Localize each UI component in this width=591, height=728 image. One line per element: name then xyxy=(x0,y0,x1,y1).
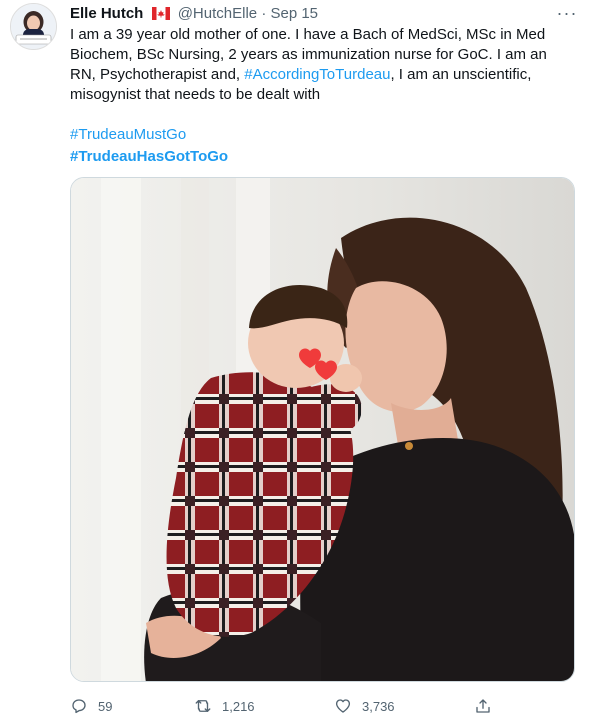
share-button[interactable] xyxy=(474,694,502,718)
photo-icon xyxy=(71,178,574,681)
heart-icon xyxy=(335,699,351,713)
hashtag-link[interactable]: #TrudeauHasGotToGo xyxy=(70,146,228,168)
avatar-woman-icon xyxy=(11,4,56,49)
avatar[interactable] xyxy=(10,3,57,50)
tweet-photo[interactable] xyxy=(70,177,575,682)
like-count: 3,736 xyxy=(362,698,395,714)
tweet-actions: 59 1,216 3,736 xyxy=(70,694,550,718)
share-icon xyxy=(476,699,490,713)
like-button[interactable]: 3,736 xyxy=(334,694,395,718)
retweet-count: 1,216 xyxy=(222,698,255,714)
tweet[interactable]: Elle Hutch @HutchElle · Sep 15 ··· I am … xyxy=(0,0,591,728)
tweet-header: Elle Hutch @HutchElle · Sep 15 xyxy=(70,4,318,24)
retweet-button[interactable]: 1,216 xyxy=(194,694,255,718)
reply-count: 59 xyxy=(98,698,113,714)
author-name[interactable]: Elle Hutch xyxy=(70,5,143,22)
header-separator: · xyxy=(261,5,267,22)
reply-icon xyxy=(72,699,86,714)
tweet-date[interactable]: Sep 15 xyxy=(270,5,318,22)
hashtag-list: #TrudeauMustGo #TrudeauHasGotToGo xyxy=(70,124,228,168)
retweet-icon xyxy=(195,700,211,712)
hashtag-link[interactable]: #TrudeauMustGo xyxy=(70,124,228,146)
tweet-text: I am a 39 year old mother of one. I have… xyxy=(70,25,575,105)
canada-flag-icon xyxy=(151,6,170,26)
hashtag-link[interactable]: #AccordingToTurdeau xyxy=(244,66,390,83)
reply-button[interactable]: 59 xyxy=(70,694,112,718)
more-icon[interactable]: ··· xyxy=(552,2,582,24)
author-handle[interactable]: @HutchElle xyxy=(178,5,257,22)
